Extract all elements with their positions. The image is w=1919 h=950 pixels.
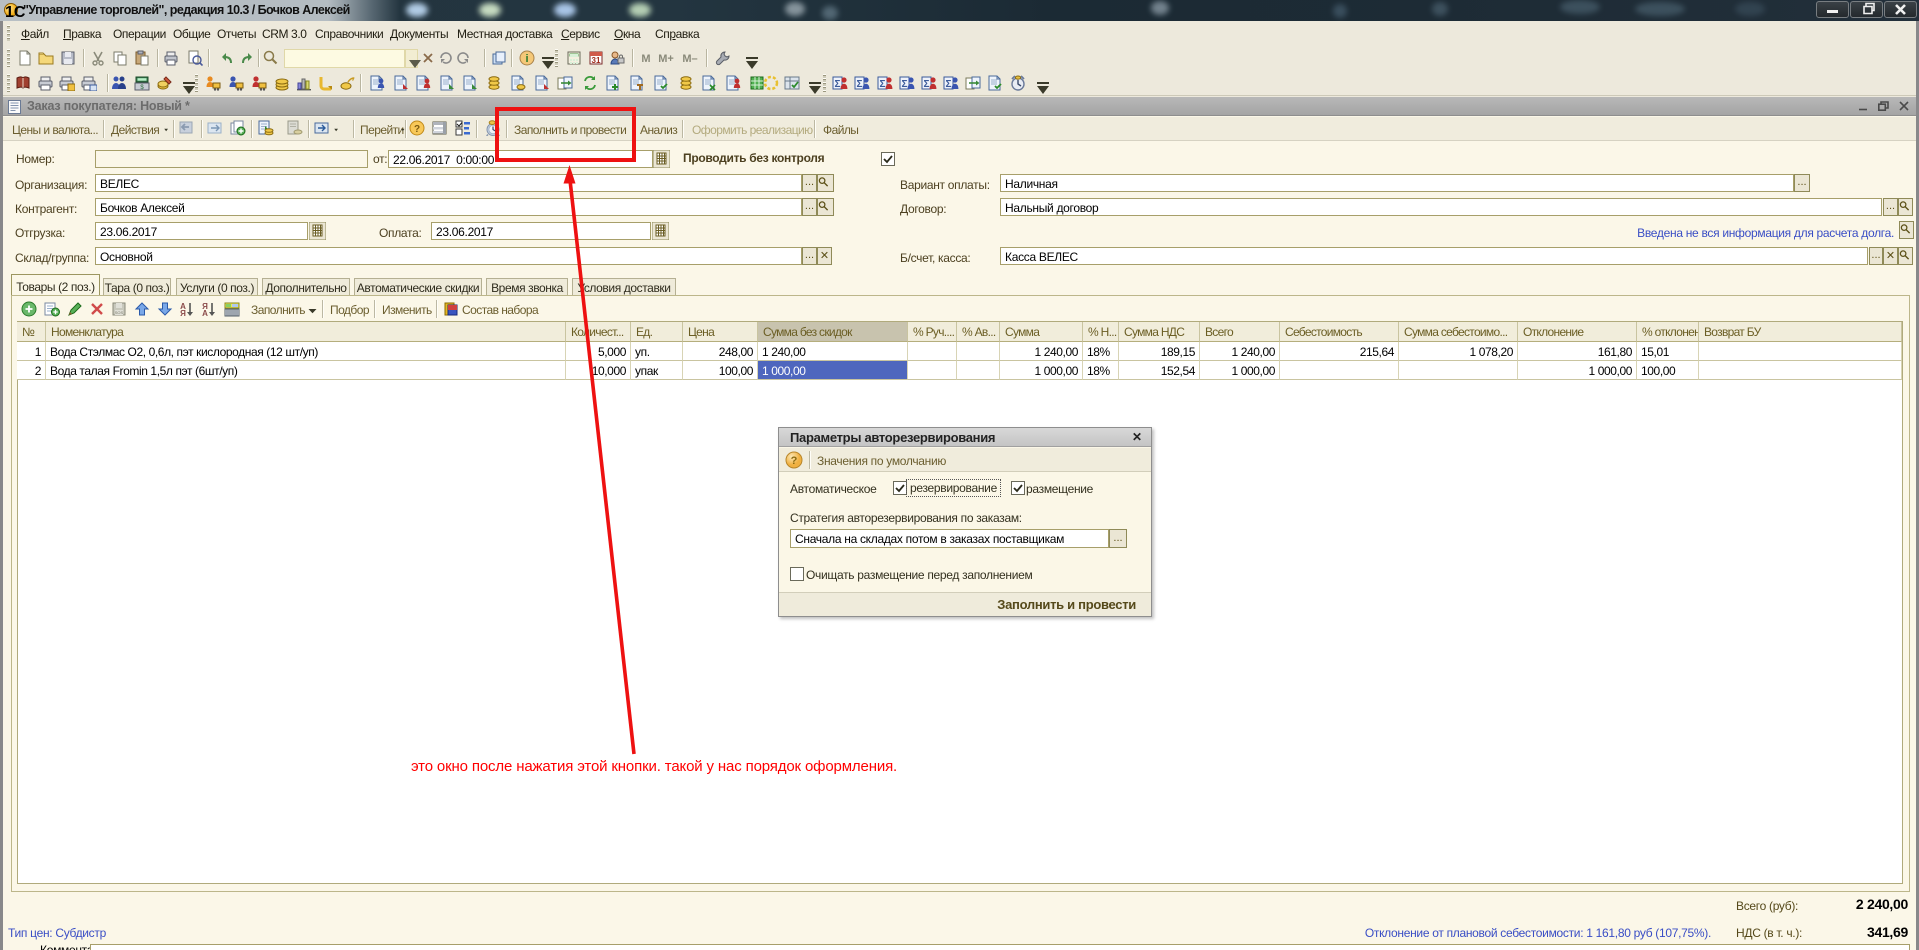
- svg-text:Σ: Σ: [834, 79, 840, 90]
- svg-text:?: ?: [791, 455, 798, 467]
- svg-text:M+: M+: [658, 53, 674, 65]
- svg-text:Σ: Σ: [945, 79, 951, 90]
- svg-text:M–: M–: [682, 53, 697, 65]
- svg-text:Σ: Σ: [879, 79, 885, 90]
- svg-text:31: 31: [592, 56, 601, 65]
- svg-text:Σ: Σ: [856, 79, 862, 90]
- svg-text:Σ: Σ: [923, 79, 929, 90]
- svg-text:?: ?: [414, 124, 420, 135]
- svg-text:i: i: [525, 53, 528, 65]
- svg-text:Σ: Σ: [901, 79, 907, 90]
- svg-text:M: M: [641, 53, 650, 65]
